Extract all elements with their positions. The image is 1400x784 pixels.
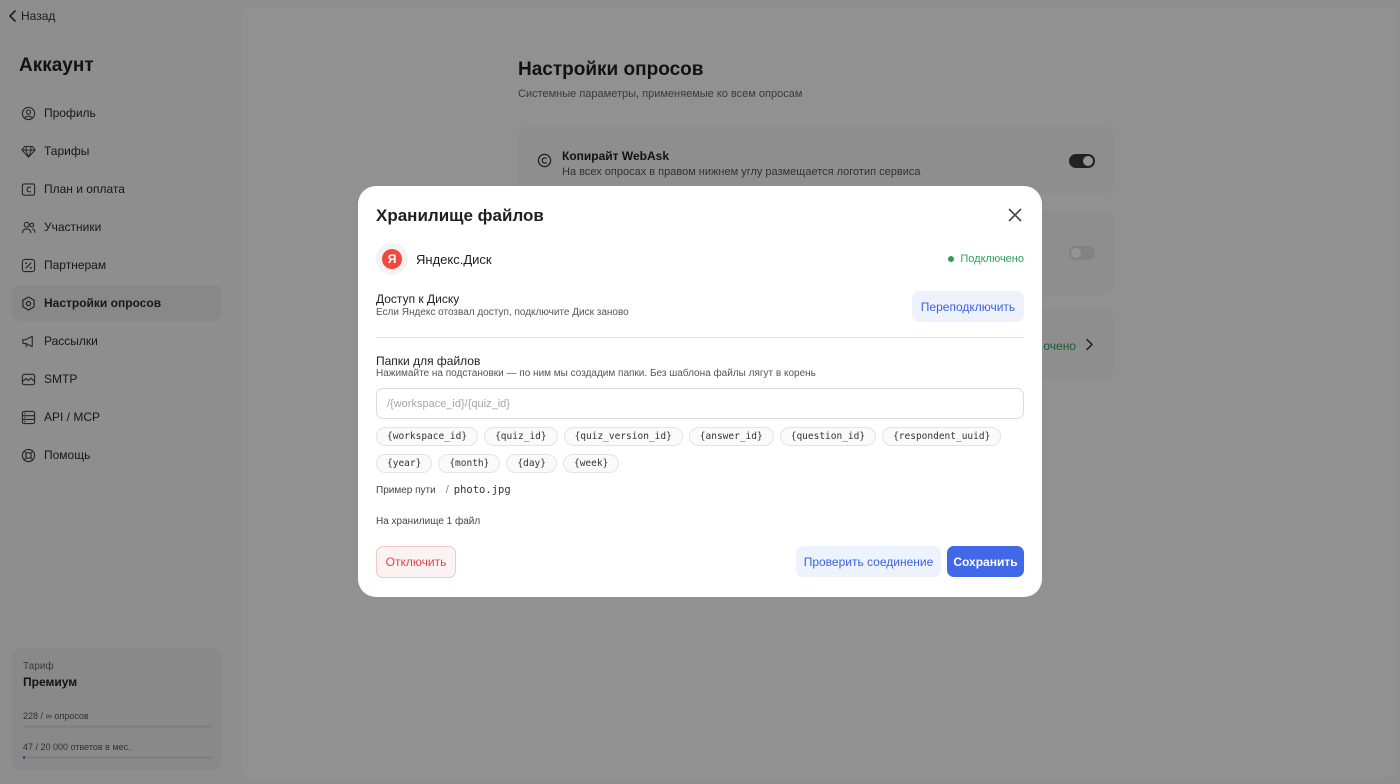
disconnect-button[interactable]: Отключить xyxy=(376,546,456,578)
status-dot-icon xyxy=(948,256,955,262)
reconnect-button[interactable]: Переподключить xyxy=(912,291,1024,322)
token-chip-question-id[interactable]: {question_id} xyxy=(779,427,877,446)
path-example: Пример пути / photo.jpg xyxy=(376,484,511,496)
path-example-separator: / xyxy=(445,484,449,496)
access-description: Если Яндекс отозвал доступ, подключите Д… xyxy=(376,307,629,318)
token-chip-week[interactable]: {week} xyxy=(562,454,620,473)
path-example-label: Пример пути xyxy=(376,485,436,496)
close-icon[interactable] xyxy=(1006,206,1024,224)
modal-title: Хранилище файлов xyxy=(376,206,544,225)
path-example-value: photo.jpg xyxy=(453,484,511,496)
yandex-logo-icon: Я xyxy=(382,249,402,269)
token-chips: {workspace_id} {quiz_id} {quiz_version_i… xyxy=(376,427,1026,473)
connection-status-label: Подключено xyxy=(960,253,1024,265)
folder-path-input[interactable] xyxy=(376,388,1024,419)
yandex-disk-logo: Я xyxy=(376,243,408,275)
token-chip-quiz-id[interactable]: {quiz_id} xyxy=(484,427,558,446)
provider-name: Яндекс.Диск xyxy=(416,252,492,267)
token-chip-answer-id[interactable]: {answer_id} xyxy=(688,427,774,446)
token-chip-day[interactable]: {day} xyxy=(506,454,557,473)
token-chip-year[interactable]: {year} xyxy=(376,454,433,473)
token-chip-quiz-version-id[interactable]: {quiz_version_id} xyxy=(563,427,683,446)
divider xyxy=(376,337,1024,338)
token-chip-workspace-id[interactable]: {workspace_id} xyxy=(376,427,479,446)
token-chip-month[interactable]: {month} xyxy=(438,454,501,473)
connection-status: Подключено xyxy=(948,253,1024,265)
file-storage-modal: Хранилище файлов Я Яндекс.Диск Подключен… xyxy=(358,186,1042,597)
check-connection-button[interactable]: Проверить соединение xyxy=(796,546,941,577)
folders-description: Нажимайте на подстановки — по ним мы соз… xyxy=(376,368,816,379)
access-title: Доступ к Диску xyxy=(376,292,460,306)
folders-title: Папки для файлов xyxy=(376,354,481,368)
save-button[interactable]: Сохранить xyxy=(947,546,1024,577)
token-chip-respondent-uuid[interactable]: {respondent_uuid} xyxy=(882,427,1002,446)
storage-file-count: На хранилище 1 файл xyxy=(376,516,481,527)
